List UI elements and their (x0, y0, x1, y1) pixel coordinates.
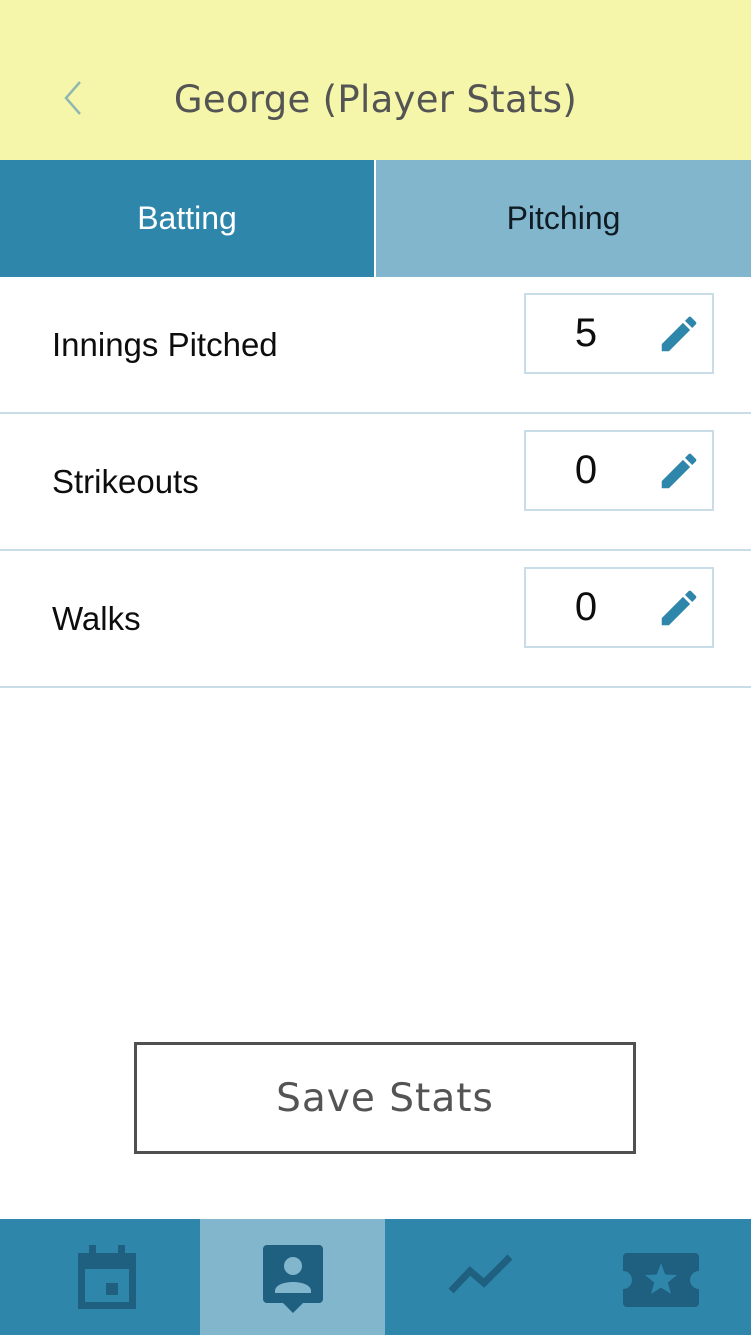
ticket-star-icon (623, 1253, 699, 1307)
nav-item-tickets[interactable] (570, 1219, 751, 1335)
trend-line-icon (448, 1254, 513, 1294)
calendar-icon (78, 1245, 136, 1309)
stat-value-field[interactable]: 5 (524, 293, 714, 374)
stat-value: 5 (574, 311, 598, 355)
stat-value: 0 (574, 448, 598, 492)
stat-label: Walks (52, 599, 141, 637)
stat-value: 0 (574, 585, 598, 629)
stat-value-field[interactable]: 0 (524, 567, 714, 648)
pencil-icon[interactable] (656, 311, 702, 357)
nav-item-calendar[interactable] (0, 1219, 200, 1335)
stat-row-innings-pitched: Innings Pitched 5 (0, 277, 751, 414)
tab-pitching[interactable]: Pitching (376, 160, 751, 277)
stat-row-strikeouts: Strikeouts 0 (0, 414, 751, 551)
bottom-nav (0, 1219, 751, 1335)
stat-label: Innings Pitched (52, 325, 278, 363)
nav-item-player[interactable] (200, 1219, 385, 1335)
save-stats-button[interactable]: Save Stats (134, 1042, 636, 1154)
pencil-icon[interactable] (656, 585, 702, 631)
page-title: George (Player Stats) (173, 78, 578, 121)
stat-label: Strikeouts (52, 462, 199, 500)
header-bar: George (Player Stats) (0, 0, 751, 160)
stat-value-field[interactable]: 0 (524, 430, 714, 511)
pencil-icon[interactable] (656, 448, 702, 494)
stats-list: Innings Pitched 5 Strikeouts 0 Walks 0 (0, 277, 751, 688)
tab-batting[interactable]: Batting (0, 160, 374, 277)
player-profile-icon (263, 1245, 323, 1313)
nav-item-stats[interactable] (385, 1219, 570, 1335)
tab-bar: Batting Pitching (0, 160, 751, 277)
stat-row-walks: Walks 0 (0, 551, 751, 688)
